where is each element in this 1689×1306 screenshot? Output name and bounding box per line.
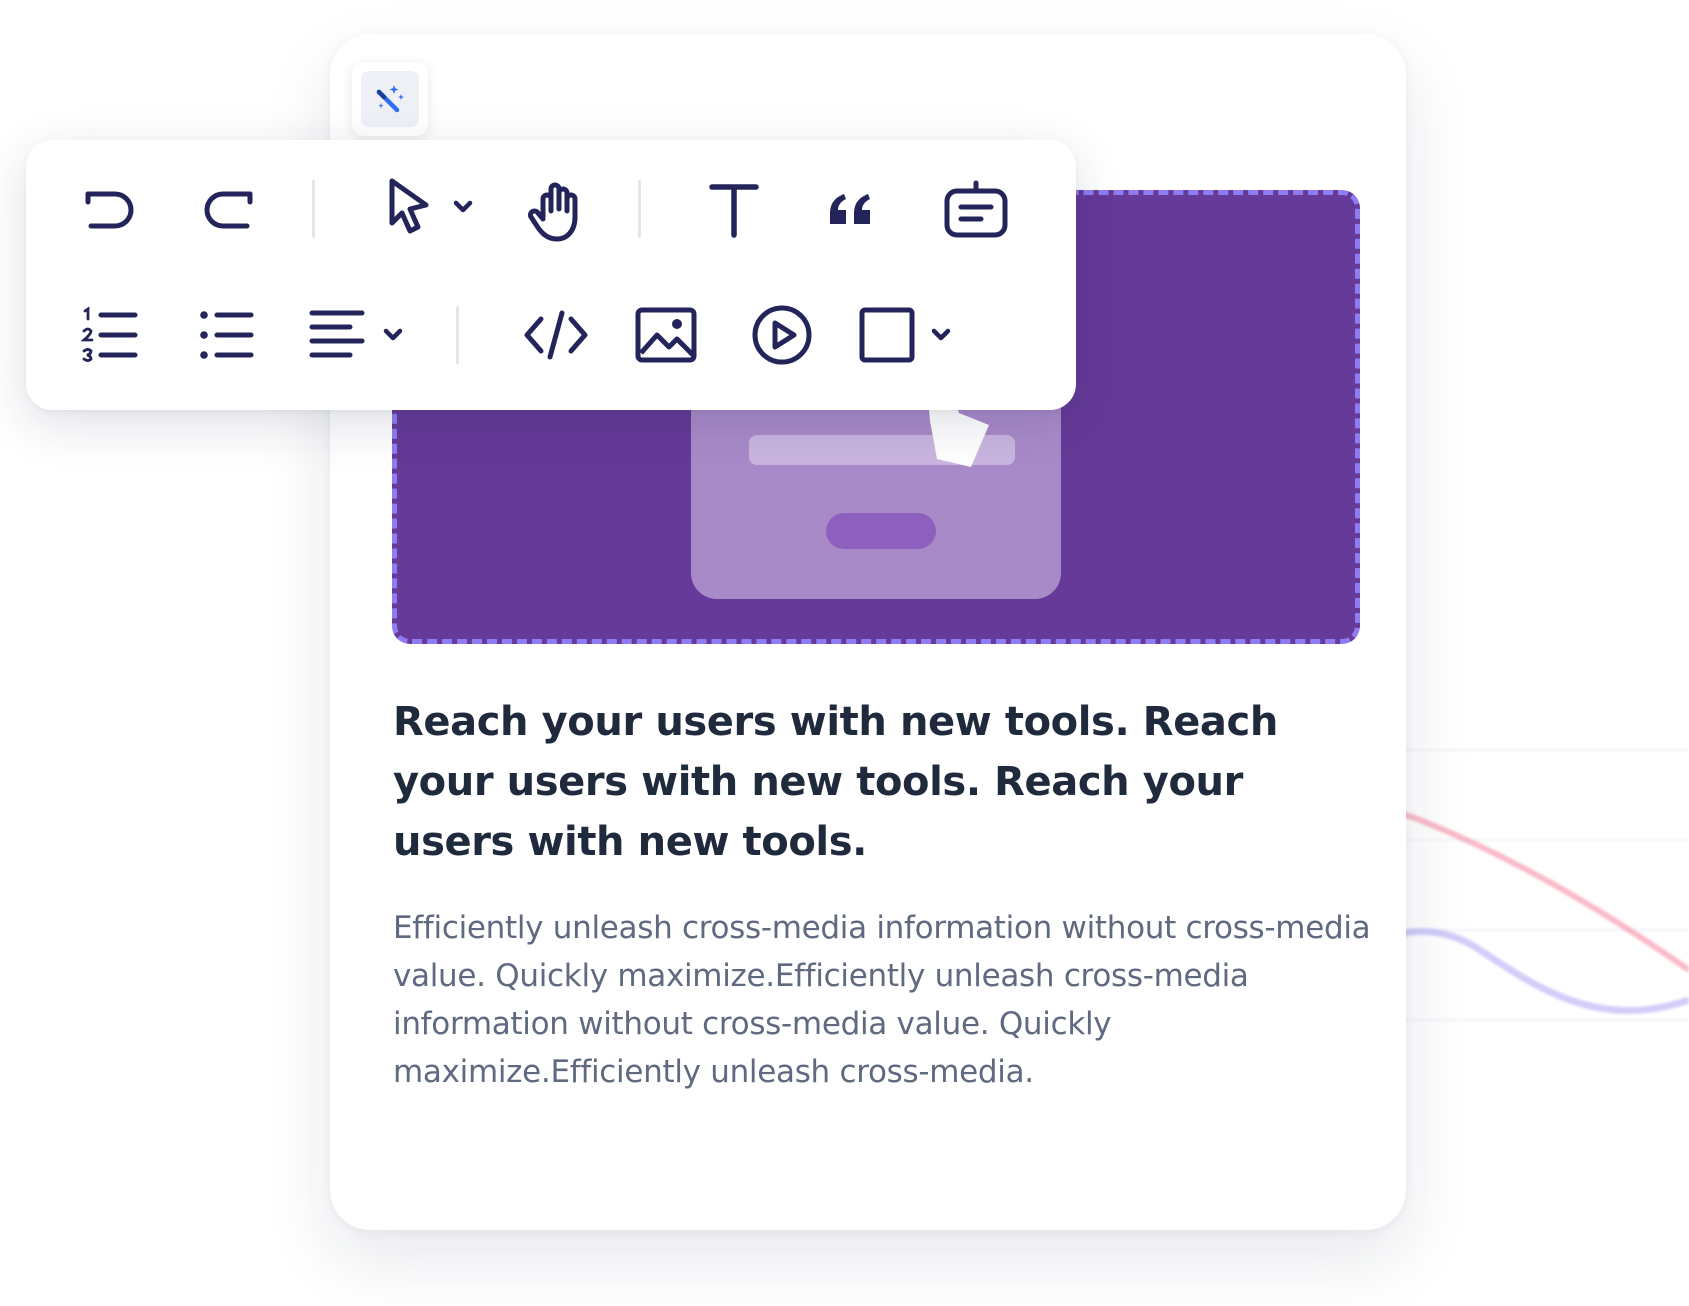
code-button[interactable] [516,300,596,370]
hand-icon [528,182,578,242]
toolbar-separator [456,306,459,364]
shape-dropdown[interactable] [854,300,964,370]
image-icon [635,307,697,363]
quote-button[interactable] [812,170,892,250]
comment-button[interactable] [936,170,1016,250]
card-body-text: Efficiently unleash cross-media informat… [393,910,1371,1090]
undo-icon [85,191,134,229]
comment-icon [944,180,1008,238]
redo-button[interactable] [192,174,262,244]
hand-tool-button[interactable] [516,170,596,250]
shape-square-icon [859,307,951,363]
toolbar-separator [312,180,315,238]
magic-wand-icon [376,85,404,113]
align-left-icon [309,310,403,358]
redo-icon [204,191,253,229]
text-tool-button[interactable] [694,170,774,250]
pointer-tool-dropdown[interactable] [382,170,482,246]
align-dropdown[interactable] [306,300,416,370]
numbered-list-icon [81,306,138,362]
code-icon [524,310,588,360]
video-button[interactable] [742,300,822,370]
image-button[interactable] [626,300,706,370]
pointer-icon [389,178,473,234]
bullet-list-button[interactable] [192,300,262,370]
bullet-list-icon [200,311,254,359]
toolbar-separator [638,180,641,238]
card-headline: Reach your users with new tools. Reach y… [393,699,1278,865]
video-icon [752,305,812,365]
undo-button[interactable] [76,174,146,244]
editor-toolbar [26,140,1076,410]
text-icon [709,184,759,238]
quote-icon [830,194,870,224]
magic-wand-button[interactable] [352,62,428,136]
numbered-list-button[interactable] [76,300,146,370]
